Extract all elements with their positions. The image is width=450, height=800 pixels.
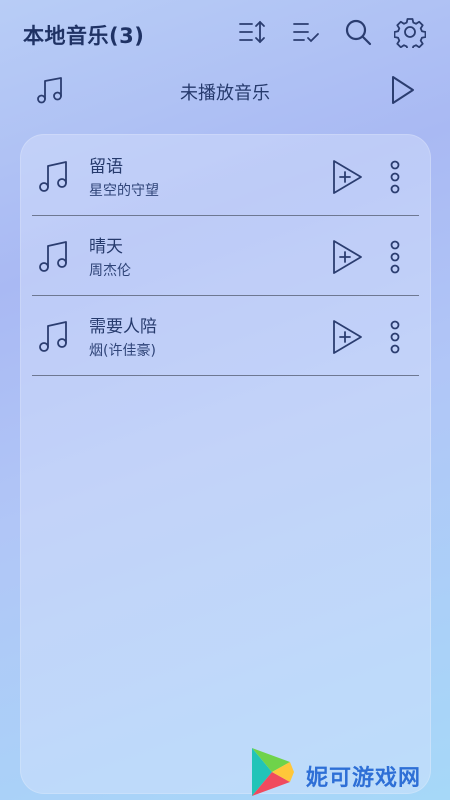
song-list: 留语 星空的守望 晴天 周杰伦 需要人陪 烟(许佳豪) — [20, 134, 431, 794]
music-note-icon — [34, 156, 74, 196]
list-item[interactable]: 晴天 周杰伦 — [32, 216, 419, 296]
music-note-icon — [34, 316, 74, 356]
list-item[interactable]: 留语 星空的守望 — [32, 136, 419, 216]
play-icon[interactable] — [384, 72, 420, 108]
watermark-text: 妮可游戏网 — [306, 766, 422, 791]
song-title: 留语 — [89, 157, 123, 177]
settings-icon[interactable] — [393, 16, 427, 51]
more-options-icon[interactable] — [388, 318, 402, 356]
add-to-queue-icon[interactable] — [330, 158, 364, 196]
sort-icon[interactable] — [236, 16, 268, 48]
page-title: 本地音乐(3) — [23, 24, 145, 48]
song-artist: 星空的守望 — [89, 183, 159, 199]
list-item[interactable]: 需要人陪 烟(许佳豪) — [32, 296, 419, 376]
now-playing-bar[interactable]: 未播放音乐 — [0, 68, 450, 114]
song-artist: 烟(许佳豪) — [89, 343, 156, 359]
music-note-icon — [34, 236, 74, 276]
watermark-logo-icon — [246, 744, 296, 800]
more-options-icon[interactable] — [388, 238, 402, 276]
header-bar: 本地音乐(3) — [0, 0, 450, 66]
add-to-queue-icon[interactable] — [330, 318, 364, 356]
song-title: 需要人陪 — [89, 317, 157, 337]
song-artist: 周杰伦 — [89, 263, 131, 279]
add-to-queue-icon[interactable] — [330, 238, 364, 276]
more-options-icon[interactable] — [388, 158, 402, 196]
song-title: 晴天 — [89, 237, 123, 257]
now-playing-label: 未播放音乐 — [180, 83, 270, 104]
multi-select-icon[interactable] — [290, 16, 322, 48]
search-icon[interactable] — [342, 16, 374, 48]
